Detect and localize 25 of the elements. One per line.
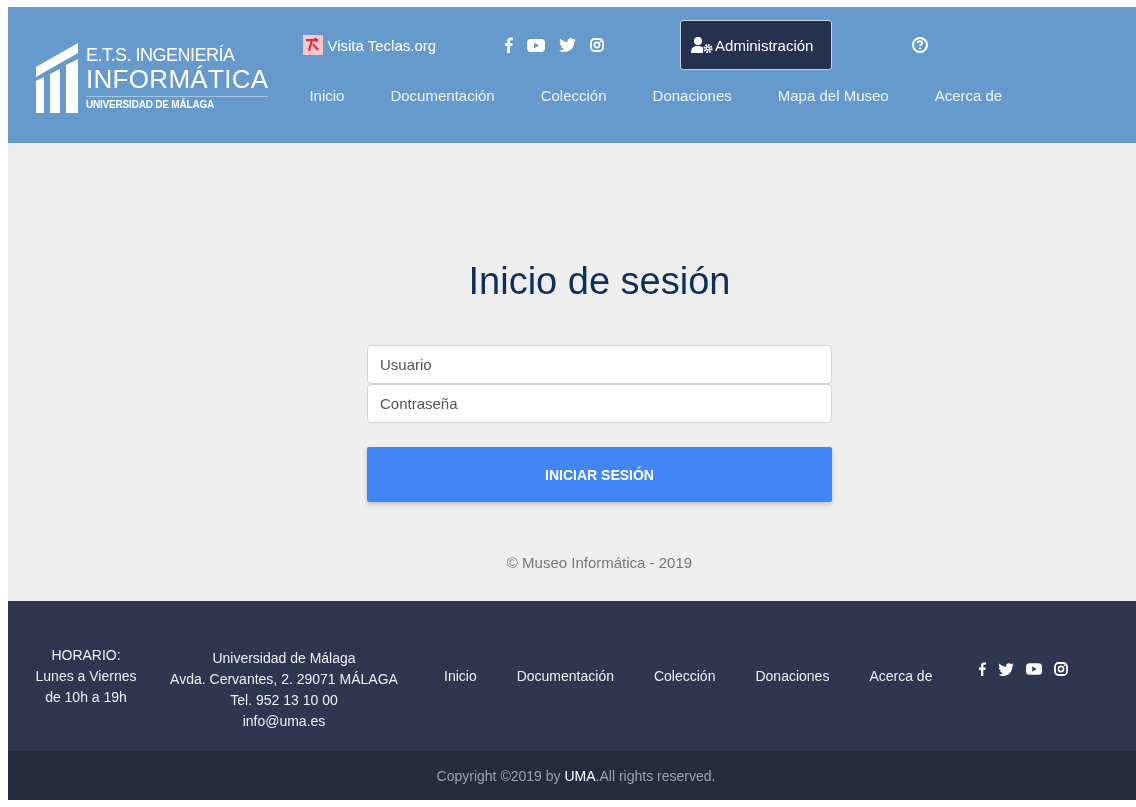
logo-title: INFORMÁTICA [86, 65, 269, 97]
logo-caption: UNIVERSIDAD DE MÁLAGA [86, 97, 216, 112]
login-button[interactable]: INICIAR SESIÓN [367, 447, 832, 502]
footer-link[interactable]: Documentación [516, 668, 614, 684]
nav-link[interactable]: Documentación [390, 87, 495, 104]
copyright-text: Copyright ©2019 by UMA.All rights reserved. [436, 767, 716, 784]
footer-link[interactable]: Acerca de [869, 668, 933, 684]
footer-link[interactable]: Colección [653, 668, 716, 684]
logo-subtitle: E.T.S. INGENIERÍA [86, 45, 236, 65]
admin-button[interactable]: Administración [680, 20, 833, 70]
nav-link[interactable]: Colección [540, 87, 607, 104]
nav-link[interactable]: Acerca de [934, 87, 1003, 104]
footer-link[interactable]: Inicio [444, 668, 477, 684]
password-field[interactable]: Contraseña [367, 384, 832, 423]
username-field[interactable]: Usuario [367, 345, 832, 384]
teclas-link[interactable]: Visita Teclas.org [303, 35, 437, 55]
contact-address: Universidad de Málaga Avda. Cervantes, 2. 29071 MÁLAGA Tel. 952 13 10 00 info@uma.es [169, 649, 399, 731]
uma-link[interactable]: UMA [564, 767, 596, 784]
nav-link[interactable]: Inicio [309, 87, 345, 104]
footer-link[interactable]: Donaciones [755, 668, 830, 684]
nav-link[interactable]: Mapa del Museo [777, 87, 889, 104]
page-title: Inicio de sesión [467, 260, 732, 303]
nav-link[interactable]: Donaciones [652, 87, 732, 104]
opening-hours: HORARIO: Lunes a Viernes de 10h a 19h [34, 645, 138, 707]
copyright-note: © Museo Informática - 2019 [505, 554, 694, 571]
